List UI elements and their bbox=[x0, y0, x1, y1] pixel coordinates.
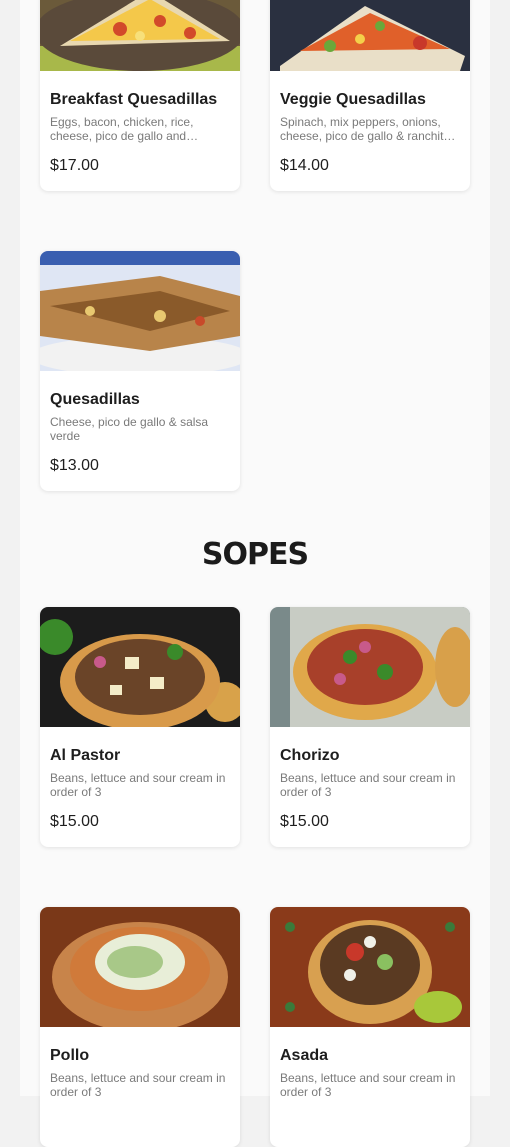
pollo-sope-photo bbox=[40, 907, 240, 1027]
menu-item-card[interactable]: Breakfast Quesadillas Eggs, bacon, chick… bbox=[40, 0, 240, 191]
menu-item-price: $15.00 bbox=[50, 813, 99, 830]
menu-item-card[interactable]: Chorizo Beans, lettuce and sour cream in… bbox=[270, 607, 470, 847]
veggie-quesadilla-photo bbox=[270, 0, 470, 71]
breakfast-quesadilla-photo bbox=[40, 0, 240, 71]
al-pastor-sope-photo bbox=[40, 607, 240, 727]
menu-item-name: Chorizo bbox=[280, 747, 340, 764]
chorizo-sope-photo bbox=[270, 607, 470, 727]
menu-item-card[interactable]: Pollo Beans, lettuce and sour cream in o… bbox=[40, 907, 240, 1147]
menu-item-description: Beans, lettuce and sour cream in order o… bbox=[50, 1071, 226, 1099]
menu-item-card[interactable]: Al Pastor Beans, lettuce and sour cream … bbox=[40, 607, 240, 847]
menu-item-description: Spinach, mix peppers, onions, cheese, pi… bbox=[280, 115, 456, 143]
menu-item-price: $17.00 bbox=[50, 157, 99, 174]
menu-page: Breakfast Quesadillas Eggs, bacon, chick… bbox=[20, 0, 490, 1147]
menu-item-description: Eggs, bacon, chicken, rice, cheese, pico… bbox=[50, 115, 199, 143]
menu-item-name: Breakfast Quesadillas bbox=[50, 91, 218, 108]
asada-sope-photo bbox=[270, 907, 470, 1027]
menu-item-name: Veggie Quesadillas bbox=[280, 91, 426, 108]
menu-item-description: Beans, lettuce and sour cream in order o… bbox=[280, 1071, 456, 1099]
menu-item-description: Beans, lettuce and sour cream in order o… bbox=[280, 771, 456, 799]
menu-item-price: $13.00 bbox=[50, 457, 99, 474]
menu-item-card[interactable]: Quesadillas Cheese, pico de gallo & sals… bbox=[40, 251, 240, 491]
menu-item-card[interactable]: Asada Beans, lettuce and sour cream in o… bbox=[270, 907, 470, 1147]
menu-item-description: Beans, lettuce and sour cream in order o… bbox=[50, 771, 226, 799]
menu-item-name: Quesadillas bbox=[50, 391, 140, 408]
menu-item-card[interactable]: Veggie Quesadillas Spinach, mix peppers,… bbox=[270, 0, 470, 191]
menu-item-name: Pollo bbox=[50, 1047, 90, 1064]
section-title-sopes: SOPES bbox=[201, 537, 309, 572]
menu-item-description: Cheese, pico de gallo & salsa verde bbox=[50, 415, 209, 443]
menu-item-price: $14.00 bbox=[280, 157, 329, 174]
menu-item-price: $15.00 bbox=[280, 813, 329, 830]
menu-item-name: Al Pastor bbox=[50, 747, 121, 764]
menu-item-name: Asada bbox=[280, 1047, 329, 1064]
quesadilla-photo bbox=[40, 251, 240, 371]
